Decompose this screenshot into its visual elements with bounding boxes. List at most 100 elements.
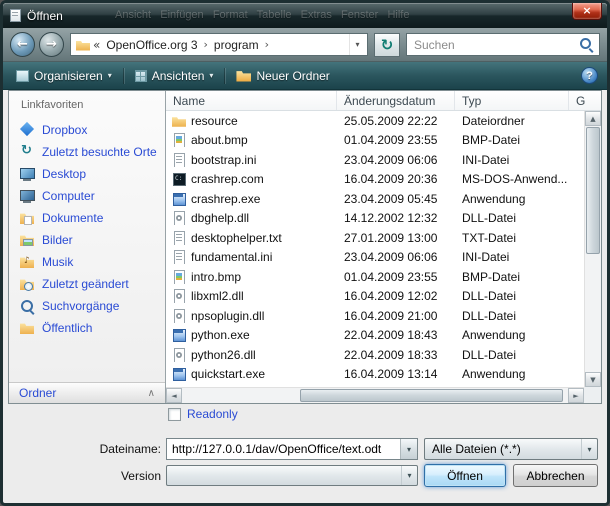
back-button[interactable]: ← (10, 32, 35, 57)
open-button[interactable]: Öffnen (424, 464, 506, 487)
readonly-row: Readonly (168, 407, 238, 421)
forward-button[interactable]: → (39, 32, 64, 57)
readonly-checkbox[interactable] (168, 408, 181, 421)
window-title: Öffnen (27, 9, 63, 23)
views-button[interactable]: Ansichten ▾ (126, 62, 223, 89)
table-row[interactable]: intro.bmp 01.04.2009 23:55 BMP-Datei (166, 267, 584, 287)
filename-input[interactable] (167, 439, 400, 459)
table-row[interactable]: about.bmp 01.04.2009 23:55 BMP-Datei (166, 131, 584, 151)
sidebar: Linkfavoriten Dropbox Zuletzt besuchte O… (9, 91, 166, 403)
chevron-down-icon: ▾ (209, 71, 213, 80)
sidebar-item-label: Zuletzt besuchte Orte (42, 145, 157, 159)
filename-dropdown-button[interactable]: ▾ (400, 439, 417, 459)
column-header-name[interactable]: Name (166, 91, 337, 110)
folder-icon (76, 39, 90, 51)
file-name: desktophelper.txt (191, 231, 282, 245)
horizontal-scroll-thumb[interactable] (300, 389, 563, 402)
sidebar-item-searches[interactable]: Suchvorgänge (9, 295, 165, 317)
open-button-label: Öffnen (447, 469, 483, 483)
file-name: about.bmp (191, 133, 248, 147)
file-date: 16.04.2009 20:36 (337, 172, 455, 186)
file-list: Name Änderungsdatum Typ G resource 25.05… (166, 91, 601, 403)
vertical-scroll-thumb[interactable] (586, 127, 600, 254)
file-type-icon (172, 289, 186, 303)
help-icon: ? (586, 70, 593, 82)
dropbox-icon (19, 122, 36, 138)
recent-places-icon (19, 144, 36, 160)
breadcrumb[interactable]: « OpenOffice.org 3 › program › ▾ (70, 33, 368, 56)
sidebar-item-dropbox[interactable]: Dropbox (9, 119, 165, 141)
toolbar-separator (123, 68, 124, 84)
search-input[interactable] (412, 37, 580, 53)
help-button[interactable]: ? (581, 67, 598, 84)
file-type-icon (172, 192, 186, 206)
organize-icon (16, 70, 29, 82)
vertical-scrollbar[interactable]: ▲ ▼ (584, 111, 601, 387)
search-box[interactable] (406, 33, 600, 56)
table-row[interactable]: crashrep.exe 23.04.2009 05:45 Anwendung (166, 189, 584, 209)
table-row[interactable]: dbghelp.dll 14.12.2002 12:32 DLL-Datei (166, 209, 584, 229)
file-type-icon (172, 114, 186, 128)
scroll-up-button[interactable]: ▲ (585, 111, 601, 126)
table-row[interactable]: quickstart.exe 16.04.2009 13:14 Anwendun… (166, 365, 584, 385)
filename-combobox[interactable]: ▾ (166, 438, 418, 460)
arrow-right-icon: ► (573, 392, 578, 400)
file-type: INI-Datei (455, 250, 584, 264)
version-select[interactable]: ▾ (166, 465, 418, 486)
file-type-icon (172, 231, 186, 245)
pictures-icon (19, 232, 36, 248)
sidebar-item-music[interactable]: Musik (9, 251, 165, 273)
breadcrumb-item-openoffice[interactable]: OpenOffice.org 3 (103, 38, 200, 52)
file-type: DLL-Datei (455, 211, 584, 225)
sidebar-item-computer[interactable]: Computer (9, 185, 165, 207)
file-type: MS-DOS-Anwend... (455, 172, 584, 186)
sidebar-item-documents[interactable]: Dokumente (9, 207, 165, 229)
breadcrumb-item-program[interactable]: program (211, 38, 262, 52)
file-type: TXT-Datei (455, 231, 584, 245)
chevron-right-icon[interactable]: › (204, 38, 208, 51)
column-header-row: Name Änderungsdatum Typ G (166, 91, 601, 111)
sidebar-item-public[interactable]: Öffentlich (9, 317, 165, 339)
horizontal-scrollbar[interactable]: ◄ ► (166, 387, 584, 403)
new-folder-button[interactable]: Neuer Ordner (227, 62, 338, 89)
views-label: Ansichten (152, 69, 205, 83)
file-type-icon (172, 270, 186, 284)
cancel-button[interactable]: Abbrechen (513, 464, 598, 487)
sidebar-item-label: Desktop (42, 167, 86, 181)
table-row[interactable]: python.exe 22.04.2009 18:43 Anwendung (166, 326, 584, 346)
file-date: 25.05.2009 22:22 (337, 114, 455, 128)
table-row[interactable]: libxml2.dll 16.04.2009 12:02 DLL-Datei (166, 287, 584, 307)
breadcrumb-overflow-chevron[interactable]: « (93, 38, 100, 52)
folders-expander[interactable]: Ordner ∧ (9, 382, 165, 403)
breadcrumb-dropdown-button[interactable]: ▾ (349, 34, 365, 55)
table-row[interactable]: python26.dll 22.04.2009 18:33 DLL-Datei (166, 345, 584, 365)
sidebar-item-recent-places[interactable]: Zuletzt besuchte Orte (9, 141, 165, 163)
chevron-up-icon: ∧ (148, 388, 155, 399)
scroll-right-button[interactable]: ► (568, 388, 584, 403)
sidebar-item-recently-changed[interactable]: Zuletzt geändert (9, 273, 165, 295)
column-header-date[interactable]: Änderungsdatum (337, 91, 455, 110)
sidebar-item-desktop[interactable]: Desktop (9, 163, 165, 185)
toolbar-separator (224, 68, 225, 84)
file-type-icon (172, 133, 186, 147)
refresh-button[interactable]: ↻ (374, 33, 400, 57)
chevron-right-icon[interactable]: › (265, 38, 269, 51)
table-row[interactable]: bootstrap.ini 23.04.2009 06:06 INI-Datei (166, 150, 584, 170)
file-name: crashrep.com (191, 172, 264, 186)
scroll-down-button[interactable]: ▼ (585, 372, 601, 387)
table-row[interactable]: npsoplugin.dll 16.04.2009 21:00 DLL-Date… (166, 306, 584, 326)
organize-button[interactable]: Organisieren ▾ (7, 62, 121, 89)
close-button[interactable]: × (572, 3, 602, 20)
column-header-size[interactable]: G (569, 91, 601, 110)
table-row[interactable]: crashrep.com 16.04.2009 20:36 MS-DOS-Anw… (166, 170, 584, 190)
scroll-left-button[interactable]: ◄ (166, 388, 182, 403)
sidebar-item-pictures[interactable]: Bilder (9, 229, 165, 251)
table-row[interactable]: fundamental.ini 23.04.2009 06:06 INI-Dat… (166, 248, 584, 268)
table-row[interactable]: desktophelper.txt 27.01.2009 13:00 TXT-D… (166, 228, 584, 248)
version-label: Version (3, 469, 161, 483)
filetype-select[interactable]: Alle Dateien (*.*) ▾ (424, 438, 598, 460)
sidebar-item-label: Dokumente (42, 211, 103, 225)
column-header-type[interactable]: Typ (455, 91, 569, 110)
searches-icon (19, 298, 36, 314)
table-row[interactable]: resource 25.05.2009 22:22 Dateiordner (166, 111, 584, 131)
